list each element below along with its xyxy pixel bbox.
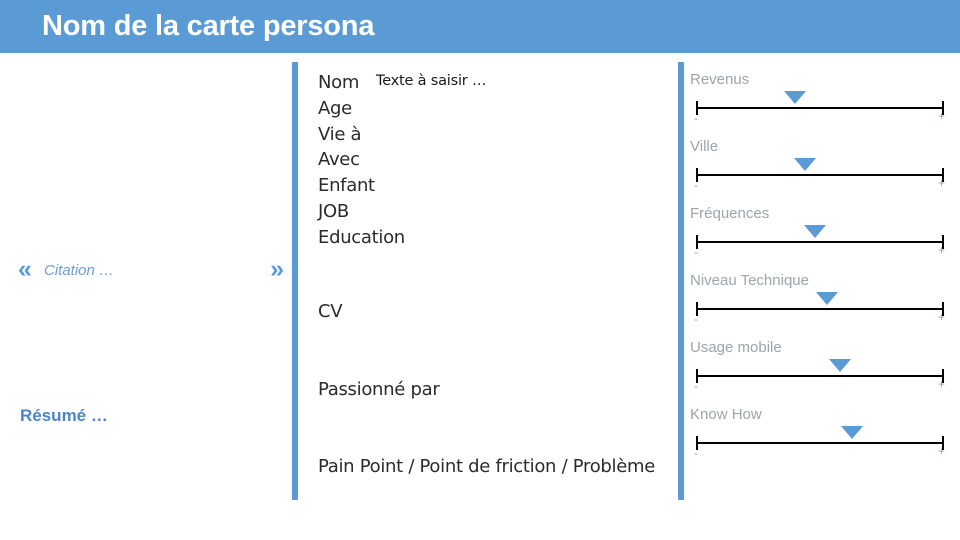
column-divider-left [292,62,298,500]
slider-label-ville: Ville [690,138,719,155]
slider-line [696,174,944,176]
slider-track-usage-mobile[interactable]: - + [694,359,946,393]
section-heading-cv: CV [318,301,343,322]
slider-label-know-how: Know How [690,406,762,423]
quote-open-icon: « [18,255,32,283]
field-label-job: JOB [318,200,349,222]
quote-close-icon: » [270,255,284,283]
slider-track-niveau-technique[interactable]: - + [694,292,946,326]
slider-line [696,442,944,444]
slider-plus-label: + [938,109,946,123]
persona-field-list: Nom Age Vie à Avec Enfant JOB Education [318,70,488,251]
field-label-education: Education [318,226,405,248]
slider-plus-label: + [938,310,946,324]
slider-minus-label: - [694,178,698,192]
slider-label-niveau-technique: Niveau Technique [690,272,809,289]
slider-ville[interactable]: Ville - + [690,137,948,204]
slider-track-frequences[interactable]: - + [694,225,946,259]
slider-marker-know-how[interactable] [841,426,864,439]
citation-block: « Citation … » [18,255,286,292]
slider-minus-label: - [694,111,698,125]
slider-marker-ville[interactable] [794,158,817,171]
attribute-slider-list: Revenus - + Ville - + Fréquences - + Niv… [690,70,948,472]
slider-line [696,241,944,243]
slider-line [696,375,944,377]
slider-label-frequences: Fréquences [690,205,770,222]
slider-track-revenus[interactable]: - + [694,91,946,125]
slider-minus-label: - [694,245,698,259]
slider-frequences[interactable]: Fréquences - + [690,204,948,271]
slider-marker-niveau-technique[interactable] [816,292,839,305]
slider-minus-label: - [694,312,698,326]
persona-card-slide: Nom de la carte persona « Citation … » R… [0,0,960,540]
slider-plus-label: + [938,377,946,391]
slider-usage-mobile[interactable]: Usage mobile - + [690,338,948,405]
slider-niveau-technique[interactable]: Niveau Technique - + [690,271,948,338]
slider-know-how[interactable]: Know How - + [690,405,948,472]
slider-plus-label: + [938,243,946,257]
section-heading-pain-point: Pain Point / Point de friction / Problèm… [318,456,656,477]
page-title: Nom de la carte persona [42,10,375,42]
text-input-placeholder[interactable]: Texte à saisir … [376,73,486,89]
slider-marker-frequences[interactable] [804,225,827,238]
field-label-avec: Avec [318,149,360,171]
resume-label[interactable]: Résumé … [20,404,108,428]
field-label-age: Age [318,97,352,119]
slider-minus-label: - [694,379,698,393]
slider-minus-label: - [694,446,698,460]
slider-label-usage-mobile: Usage mobile [690,339,782,356]
slider-label-revenus: Revenus [690,71,750,88]
slider-plus-label: + [938,444,946,458]
slider-track-ville[interactable]: - + [694,158,946,192]
slider-line [696,107,944,109]
field-label-vie-a: Vie à [318,123,362,145]
slider-revenus[interactable]: Revenus - + [690,70,948,137]
slider-line [696,308,944,310]
slider-marker-usage-mobile[interactable] [828,359,851,372]
slider-marker-revenus[interactable] [784,91,807,104]
slider-plus-label: + [938,176,946,190]
citation-text[interactable]: Citation … [44,260,114,282]
column-divider-right [678,62,684,500]
slider-track-know-how[interactable]: - + [694,426,946,460]
section-heading-passion: Passionné par [318,379,440,400]
field-label-enfant: Enfant [318,175,375,197]
